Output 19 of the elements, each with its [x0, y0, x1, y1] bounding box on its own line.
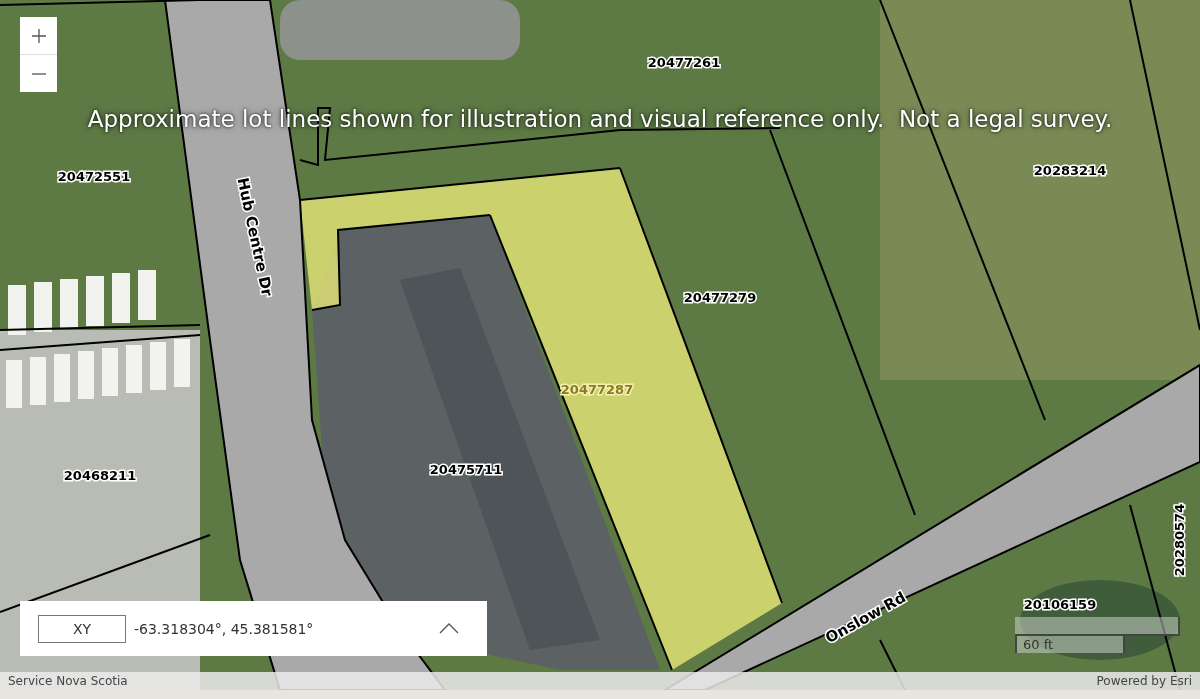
parcel-number: 20477287 — [560, 382, 634, 397]
parcel-number: 20472551 — [57, 169, 131, 184]
coordinate-format-button[interactable]: XY — [38, 614, 126, 643]
parcel-number: 20468211 — [63, 468, 137, 483]
zoom-in-button[interactable] — [20, 17, 57, 54]
parcel-number: 20280574 — [1172, 503, 1187, 577]
parcel-number: 20283214 — [1033, 163, 1107, 178]
parcel-number: 20106159 — [1023, 597, 1097, 612]
parcel-number: 20477279 — [683, 290, 757, 305]
attribution-text: Service Nova Scotia — [8, 674, 128, 688]
parcel-number: 20477261 — [647, 55, 721, 70]
scale-bar-label: 60 ft — [1015, 636, 1125, 653]
plus-icon — [30, 27, 47, 44]
coordinate-value: -63.318304°, 45.381581° — [134, 620, 315, 637]
powered-by-link[interactable]: Powered by Esri — [1096, 674, 1192, 688]
chevron-up-icon — [439, 623, 459, 634]
minus-icon — [30, 72, 47, 75]
parcel-number: 20475711 — [429, 462, 503, 477]
road-name: Hub Centre Dr — [233, 175, 277, 298]
